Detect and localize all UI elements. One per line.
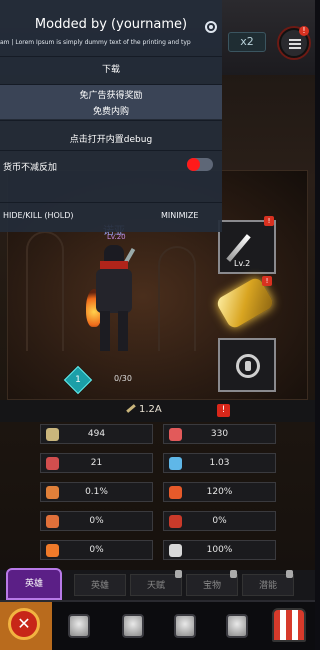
hero-leg [100,311,110,351]
power-value: 1.2A [139,404,162,415]
hero-level-tag: Lv.20 [107,233,126,241]
cannon-badge: ! [262,276,272,286]
ad-reward-button[interactable]: 免广告获得奖励 [0,88,222,101]
stat-cell: 100% [163,540,276,560]
tab-hero[interactable]: 英雄 [6,568,62,600]
stat-value: 100% [206,545,233,555]
tab-talent[interactable]: 天赋 [130,574,182,596]
debug-button[interactable]: 点击打开内置debug [0,132,222,145]
stat-value: 1.03 [209,458,230,468]
tab-hero-2[interactable]: 英雄 [74,574,126,596]
toggle-knob [187,158,200,171]
currency-toggle-label: 货币不减反加 [3,163,58,173]
lock-icon [174,614,196,638]
stat-cell: 21 [40,453,153,473]
close-button[interactable]: ✕ [8,608,40,640]
stat-cell: 494 [40,424,153,444]
currency-toggle[interactable] [187,158,213,171]
stat-value: 330 [210,429,229,439]
lock-icon [236,354,260,378]
divider [0,120,222,121]
stat-cell: 330 [163,424,276,444]
divider [0,56,222,57]
hero-character[interactable] [86,245,142,355]
stat-cell: 0% [40,540,153,560]
lock-icon [175,570,182,578]
power-warning-badge[interactable]: ! [217,404,230,417]
lock-icon [226,614,248,638]
mod-menu-title: Modded by (yourname) [34,17,188,32]
mod-menu: Modded by (yourname) am | Lorem Ipsum is… [0,0,222,232]
background-arch [158,246,196,351]
menu-notification-badge: ! [299,26,309,36]
stat-value: 0.1% [85,487,108,497]
hide-kill-button[interactable]: HIDE/KILL (HOLD) [3,211,74,220]
lock-icon [230,570,237,578]
stat-value: 0% [212,516,227,526]
shop-icon[interactable] [272,608,306,642]
lock-icon [286,570,293,578]
background-arch [26,231,64,351]
lock-icon [68,614,90,638]
nav-locked-2[interactable] [110,604,154,648]
cannon-slot[interactable]: ! [214,275,276,334]
skill-points: 1 [75,375,81,385]
free-purchase-button[interactable]: 免费内购 [0,104,222,117]
nav-locked-3[interactable] [162,604,206,648]
stat-cell: 120% [163,482,276,502]
gear-icon[interactable] [205,21,217,33]
stat-cell: 0.1% [40,482,153,502]
nav-locked-4[interactable] [214,604,258,648]
mod-marquee-text: am | Lorem Ipsum is simply dummy text of… [0,39,191,46]
hero-progress: 0/30 [114,374,132,383]
hero-body [96,269,132,313]
speed-button[interactable]: x2 [228,32,266,52]
stat-value: 120% [206,487,233,497]
stat-cell: 0% [40,511,153,531]
weapon-slot[interactable]: Lv.2 ! [218,216,276,274]
menu-icon [289,39,301,49]
stat-value: 494 [87,429,106,439]
weapon-badge: ! [264,216,274,226]
stat-cell: 0% [163,511,276,531]
stat-value: 0% [89,545,104,555]
minimize-button[interactable]: MINIMIZE [161,211,198,220]
weapon-level: Lv.2 [234,259,251,268]
stat-cell: 1.03 [163,453,276,473]
stat-value: 21 [90,458,103,468]
download-button[interactable]: 下载 [0,62,222,75]
divider [0,202,222,203]
hero-leg [118,311,128,351]
divider [0,150,222,151]
lock-icon [122,614,144,638]
nav-locked-1[interactable] [56,604,100,648]
sword-icon [226,234,251,262]
hero-scarf [100,261,128,269]
equipment-panel: Lv.2 ! ! [214,216,276,398]
locked-slot[interactable] [218,338,276,392]
stat-value: 0% [89,516,104,526]
